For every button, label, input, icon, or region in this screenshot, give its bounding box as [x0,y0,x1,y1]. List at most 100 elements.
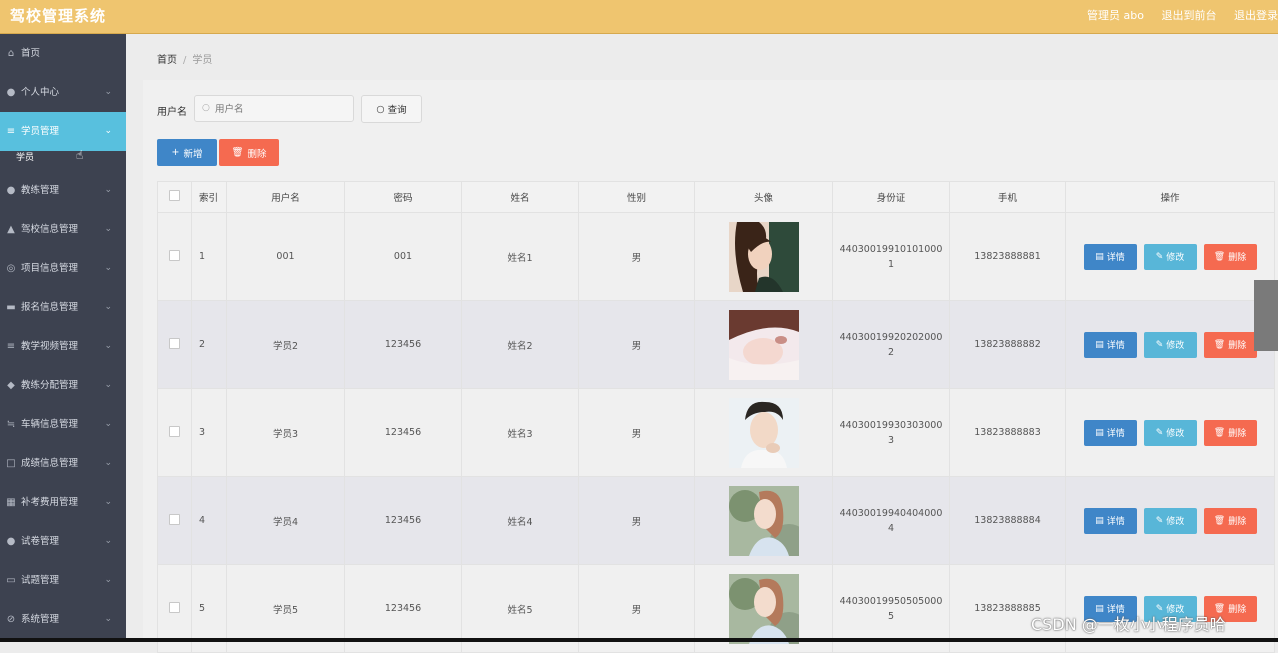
search-button[interactable]: ○ 查询 [361,95,422,123]
sidebar-item-label: 试题管理 [21,575,60,586]
detail-button[interactable]: ▤ 详情 [1083,419,1137,446]
sidebar-item[interactable]: ▲ 驾校信息管理 ⌄ [0,210,126,249]
cell-password: 123456 [344,388,462,477]
chevron-down-icon: ⌄ [104,341,112,351]
row-checkbox[interactable] [169,513,180,525]
sidebar-item-label: 首页 [21,48,41,59]
chevron-down-icon: ⌄ [104,419,112,429]
search-icon: ○ [376,103,385,115]
cell-gender: 男 [578,388,695,477]
row-checkbox[interactable] [169,337,180,349]
cell-avatar [694,212,833,301]
user-icon: ● [6,87,16,98]
trash-icon: 🗑 [231,147,244,158]
chevron-down-icon: ⌄ [104,224,112,234]
table-row[interactable]: 3 学员3 123456 姓名3 男 440300199303030003 13823888… [157,388,1275,477]
sidebar-item[interactable]: ◎ 项目信息管理 ⌄ [0,249,126,288]
scrollbar-thumb[interactable] [1254,280,1278,351]
sidebar-item-label: 教练管理 [21,185,60,196]
edit-button[interactable]: ✎ 修改 [1143,243,1197,270]
cell-index: 4 [191,476,227,565]
sidebar-item[interactable]: ⌂ 首页 [0,34,126,73]
pencil-icon: ✎ [1155,427,1164,438]
delete-button-label: 删除 [1228,517,1247,527]
detail-button[interactable]: ▤ 详情 [1083,243,1137,270]
row-checkbox[interactable] [169,425,180,437]
logout-link[interactable]: 退出登录 [1234,9,1278,22]
trash-icon: 🗑 [1213,339,1226,350]
delete-button[interactable]: 🗑 删除 [1203,243,1257,270]
row-select-cell[interactable] [157,388,192,477]
sidebar-item[interactable]: □ 成绩信息管理 ⌄ [0,444,126,483]
column-header: 姓名 [461,181,579,213]
pencil-icon: ✎ [1155,515,1164,526]
row-checkbox[interactable] [169,249,180,261]
sidebar-item[interactable]: ≡ 教学视频管理 ⌄ [0,327,126,366]
sidebar-item[interactable]: ▬ 报名信息管理 ⌄ [0,288,126,327]
add-button[interactable]: + 新增 [157,139,217,166]
search-label: 用户名 [157,107,187,118]
cell-idcard: 440300199303030003 [832,388,950,477]
column-header: 性别 [578,181,695,213]
cell-idcard: 440300199101010001 [832,212,950,301]
edit-button[interactable]: ✎ 修改 [1143,507,1197,534]
select-all-cell[interactable] [157,181,192,213]
edit-button-label: 修改 [1166,429,1185,439]
select-all-checkbox[interactable] [169,190,180,201]
list-icon: ≡ [6,341,16,352]
row-checkbox[interactable] [169,601,180,613]
grid-icon: ▦ [6,497,16,508]
batch-delete-button[interactable]: 🗑 删除 [219,139,279,166]
pencil-icon: ✎ [1155,339,1164,350]
breadcrumb-current: 学员 [192,55,213,66]
app-title: 驾校管理系统 [10,7,107,25]
table-row[interactable]: 2 学员2 123456 姓名2 男 440300199202020002 13823888… [157,300,1275,389]
sidebar-item[interactable]: ⊘ 系统管理 ⌄ [0,600,126,638]
edit-button-label: 修改 [1166,517,1185,527]
detail-button[interactable]: ▤ 详情 [1083,507,1137,534]
chevron-down-icon: ⌄ [104,87,112,97]
delete-button[interactable]: 🗑 删除 [1203,419,1257,446]
cell-actions: ▤ 详情 ✎ 修改 🗑 删除 [1065,476,1275,565]
sidebar-item[interactable]: ≡ 学员管理 ⌄ [0,112,126,151]
delete-button[interactable]: 🗑 删除 [1203,507,1257,534]
edit-button[interactable]: ✎ 修改 [1143,331,1197,358]
cell-avatar [694,388,833,477]
cell-phone: 13823888882 [949,300,1066,389]
sidebar-item-label: 教练分配管理 [21,380,79,391]
top-bar: 驾校管理系统 管理员 abo 退出到前台 退出登录 [0,0,1278,34]
breadcrumb-home[interactable]: 首页 [157,55,177,66]
table-row[interactable]: 4 学员4 123456 姓名4 男 440300199404040004 13823888… [157,476,1275,565]
cell-actions: ▤ 详情 ✎ 修改 🗑 删除 [1065,212,1275,301]
delete-button-label: 删除 [1228,341,1247,351]
sidebar-item-label: 教学视频管理 [21,341,79,352]
row-select-cell[interactable] [157,300,192,389]
search-input[interactable] [215,101,345,117]
sidebar-item[interactable]: ● 教练管理 ⌄ [0,171,126,210]
table-row[interactable]: 1 001 001 姓名1 男 440300199101010001 13823888881… [157,212,1275,301]
cell-username: 学员2 [226,300,345,389]
add-button-label: 新增 [183,148,203,160]
sidebar-item[interactable]: ● 个人中心 ⌄ [0,73,126,112]
sidebar-item-label: 车辆信息管理 [21,419,79,430]
ticket-icon: ▬ [6,302,16,313]
row-select-cell[interactable] [157,476,192,565]
breadcrumb: 首页 / 学员 [157,51,212,66]
cell-username: 学员4 [226,476,345,565]
sidebar-item[interactable]: ▭ 试题管理 ⌄ [0,561,126,600]
search-field[interactable]: ○ [194,95,354,122]
sidebar-item-label: 项目信息管理 [21,263,79,274]
sidebar-item[interactable]: ◆ 教练分配管理 ⌄ [0,366,126,405]
sidebar-item-label: 试卷管理 [21,536,60,547]
sidebar-subitem-student[interactable]: 学员 [0,151,126,171]
globe-icon: ◎ [6,263,16,274]
detail-button[interactable]: ▤ 详情 [1083,331,1137,358]
sidebar-item[interactable]: ▦ 补考费用管理 ⌄ [0,483,126,522]
delete-button[interactable]: 🗑 删除 [1203,331,1257,358]
to-front-link[interactable]: 退出到前台 [1162,9,1217,22]
row-select-cell[interactable] [157,212,192,301]
sidebar-item[interactable]: ≒ 车辆信息管理 ⌄ [0,405,126,444]
edit-button[interactable]: ✎ 修改 [1143,419,1197,446]
edit-button-label: 修改 [1166,253,1185,263]
sidebar-item[interactable]: ● 试卷管理 ⌄ [0,522,126,561]
